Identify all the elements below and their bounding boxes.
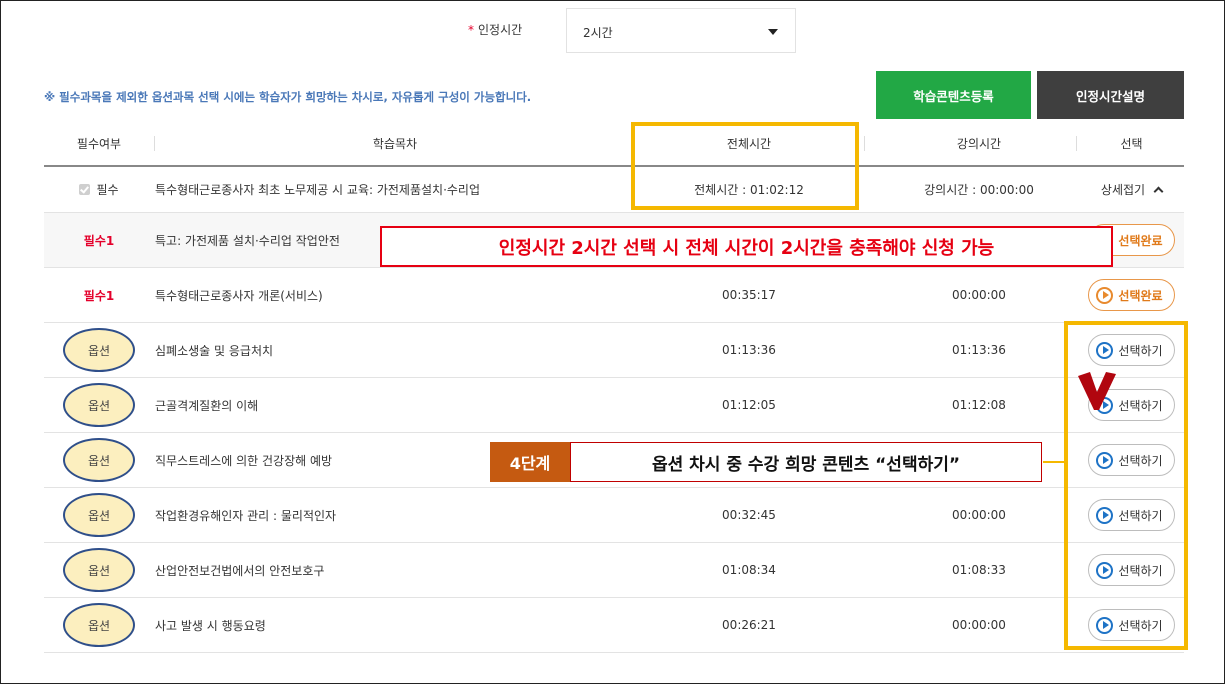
- required-tag: 필수1: [83, 288, 115, 303]
- row-total-time: 00:32:45: [722, 508, 776, 522]
- time-requirement-callout: 인정시간 2시간 선택 시 전체 시간이 2시간을 충족해야 신청 가능: [380, 226, 1113, 267]
- option-tag: 옵션: [63, 493, 135, 537]
- register-content-button[interactable]: 학습콘텐츠등록: [876, 71, 1031, 119]
- row-total-time: 00:26:21: [722, 618, 776, 632]
- recognition-time-info-button[interactable]: 인정시간설명: [1037, 71, 1184, 119]
- header-contents: 학습목차: [372, 136, 418, 151]
- play-circle-icon: [1096, 286, 1114, 304]
- table-row: 옵션 작업환경유해인자 관리 : 물리적인자 00:32:45 00:00:00…: [44, 488, 1184, 543]
- row-total-time: 01:12:05: [722, 398, 776, 412]
- row-title: 산업안전보건법에서의 안전보호구: [155, 563, 325, 578]
- option-notice: ※ 필수과목을 제외한 옵션과목 선택 시에는 학습자가 희망하는 차시로, 자…: [44, 90, 532, 104]
- row-tag-cell: 옵션: [44, 543, 154, 597]
- header-divider: [1076, 136, 1077, 151]
- row-title: 사고 발생 시 행동요령: [155, 618, 266, 633]
- row-total-time: 00:35:17: [722, 288, 776, 302]
- row-total-time: 01:08:34: [722, 563, 776, 577]
- callout-connector: [1043, 461, 1066, 463]
- red-check-icon: [1078, 372, 1116, 410]
- table-row: 필수1 특수형태근로종사자 개론(서비스) 00:35:17 00:00:00 …: [44, 268, 1184, 323]
- row-lecture-time: 01:12:08: [952, 398, 1006, 412]
- header-lecture-time: 강의시간: [956, 136, 1002, 151]
- table-row: 옵션 근골격계질환의 이해 01:12:05 01:12:08 선택하기: [44, 378, 1184, 433]
- recognition-time-label-text: 인정시간: [478, 23, 523, 37]
- table-row: 옵션 사고 발생 시 행동요령 00:26:21 00:00:00 선택하기: [44, 598, 1184, 653]
- required-tag: 필수1: [83, 233, 115, 248]
- row-title: 근골격계질환의 이해: [155, 398, 259, 413]
- selected-complete-button[interactable]: 선택완료: [1088, 279, 1175, 311]
- recognition-time-select[interactable]: 2시간: [566, 8, 796, 53]
- row-lecture-time: 01:08:33: [952, 563, 1006, 577]
- row-tag-cell: 옵션: [44, 433, 154, 487]
- row-tag-cell: 옵션: [44, 378, 154, 432]
- row-tag-cell: 필수1: [44, 268, 154, 322]
- option-tag: 옵션: [63, 603, 135, 647]
- option-tag: 옵션: [63, 328, 135, 372]
- header-select: 선택: [1120, 136, 1143, 151]
- step-badge: 4단계: [490, 442, 570, 482]
- table-row: 옵션 산업안전보건법에서의 안전보호구 01:08:34 01:08:33 선택…: [44, 543, 1184, 598]
- option-tag: 옵션: [63, 438, 135, 482]
- required-cell: 필수: [44, 167, 154, 212]
- row-tag-cell: 필수1: [44, 213, 154, 267]
- row-tag-cell: 옵션: [44, 488, 154, 542]
- header-required: 필수여부: [76, 136, 122, 151]
- table-header: 필수여부 학습목차 전체시간 강의시간 선택: [44, 121, 1184, 167]
- row-action-cell: 선택완료: [1079, 268, 1184, 322]
- caret-down-icon: [768, 29, 778, 35]
- step-instruction: 옵션 차시 중 수강 희망 콘텐츠 “선택하기”: [570, 442, 1042, 482]
- option-tag: 옵션: [63, 548, 135, 592]
- course-row: 필수 특수형태근로종사자 최초 노무제공 시 교육: 가전제품설치·수리업 전체…: [44, 167, 1184, 213]
- button-label: 선택완료: [1118, 233, 1163, 248]
- row-lecture-time: 00:00:00: [952, 288, 1006, 302]
- row-lecture-time: 00:00:00: [952, 508, 1006, 522]
- total-time-highlight: [631, 122, 859, 210]
- required-mark: *: [468, 23, 474, 37]
- row-title: 특수형태근로종사자 개론(서비스): [155, 288, 323, 303]
- chevron-up-icon: [1153, 186, 1164, 197]
- row-lecture-time: 01:13:36: [952, 343, 1006, 357]
- collapse-label: 상세접기: [1100, 183, 1146, 197]
- recognition-time-label: * 인정시간: [468, 21, 522, 38]
- table-row: 옵션 심폐소생술 및 응급처치 01:13:36 01:13:36 선택하기: [44, 323, 1184, 378]
- course-lecture-time: 강의시간 : 00:00:00: [924, 183, 1034, 197]
- recognition-time-value: 2시간: [583, 26, 613, 40]
- checkbox-icon[interactable]: [79, 184, 91, 195]
- button-label: 선택완료: [1118, 288, 1163, 303]
- course-title: 특수형태근로종사자 최초 노무제공 시 교육: 가전제품설치·수리업: [155, 183, 481, 197]
- row-tag-cell: 옵션: [44, 323, 154, 377]
- row-total-time: 01:13:36: [722, 343, 776, 357]
- row-title: 작업환경유해인자 관리 : 물리적인자: [155, 508, 337, 523]
- row-lecture-time: 00:00:00: [952, 618, 1006, 632]
- required-label: 필수: [96, 183, 119, 197]
- row-title: 심폐소생술 및 응급처치: [155, 343, 274, 358]
- option-tag: 옵션: [63, 383, 135, 427]
- row-tag-cell: 옵션: [44, 598, 154, 652]
- collapse-details-button[interactable]: 상세접기: [1079, 167, 1184, 212]
